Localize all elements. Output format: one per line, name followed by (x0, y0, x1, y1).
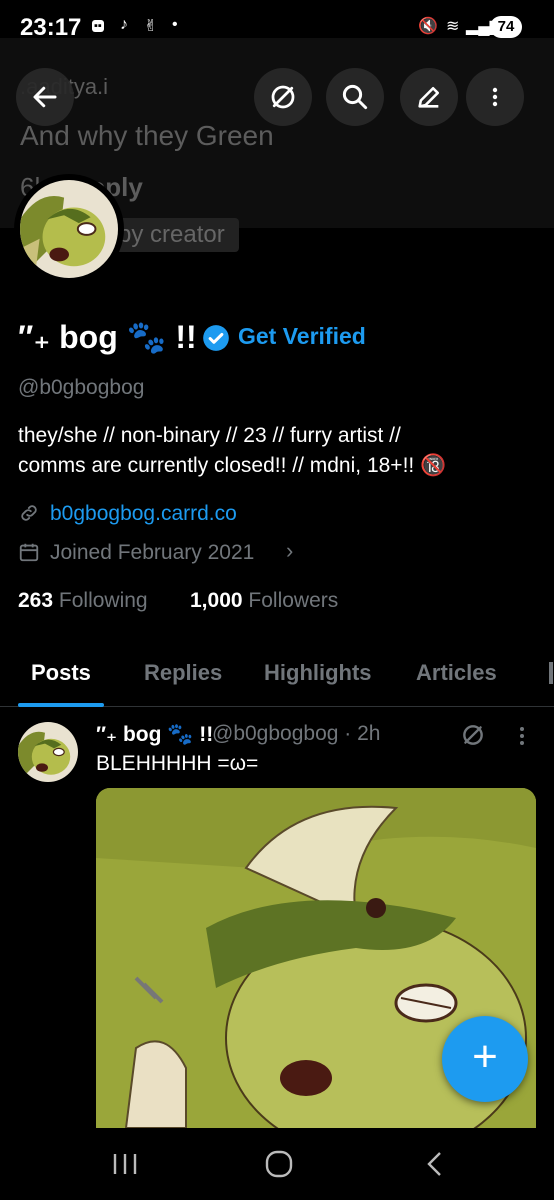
active-tab-indicator (18, 703, 104, 707)
verified-badge-icon[interactable] (202, 324, 230, 352)
edit-button[interactable] (400, 68, 458, 126)
system-nav-bar (0, 1128, 554, 1200)
followers-label: Followers (248, 589, 339, 612)
following-stat[interactable]: 263 Following (18, 589, 148, 613)
bio-line-2: comms are currently closed!! // mdni, 18… (18, 454, 447, 477)
get-verified-link[interactable]: Get Verified (238, 323, 366, 350)
profile-website-link[interactable]: b0gbogbog.carrd.co (50, 502, 237, 526)
profile-avatar[interactable] (20, 180, 118, 278)
wifi-icon: ≋ (446, 18, 460, 35)
post-author-name[interactable]: ″₊ bog 🐾 !! (96, 722, 213, 747)
avatar-artwork (20, 180, 118, 278)
back-arrow-icon (33, 86, 57, 108)
post-avatar[interactable] (18, 722, 78, 782)
edit-icon (418, 86, 440, 108)
dot-icon: • (172, 16, 178, 33)
mute-icon: 🔇 (418, 18, 438, 35)
recent-apps-icon[interactable] (110, 1150, 140, 1178)
post-grok-icon[interactable] (460, 722, 486, 748)
link-icon (21, 505, 37, 521)
post-avatar-artwork (18, 722, 78, 782)
search-icon (342, 84, 368, 110)
grok-button[interactable] (254, 68, 312, 126)
calendar-icon (19, 543, 39, 562)
followers-stat[interactable]: 1,000 Followers (190, 589, 338, 613)
joined-date[interactable]: Joined February 2021 (50, 541, 254, 565)
bio-line-1: they/she // non-binary // 23 // furry ar… (18, 424, 401, 447)
display-name: ″₊ bog 🐾 !! (18, 319, 197, 355)
grok-icon (271, 85, 295, 109)
more-vertical-icon (492, 87, 498, 107)
tiktok-icon: ♪ (120, 16, 128, 33)
back-nav-icon[interactable] (420, 1150, 450, 1178)
home-icon[interactable] (264, 1150, 294, 1178)
tab-replies[interactable]: Replies (144, 660, 222, 686)
post-text: BLEHHHHH =ω= (96, 752, 259, 775)
background-reply-message: And why they Green (20, 120, 274, 151)
post-more-icon[interactable] (512, 724, 532, 748)
tab-articles[interactable]: Articles (416, 660, 497, 686)
followers-count: 1,000 (190, 589, 243, 612)
chevron-right-icon[interactable]: › (286, 538, 293, 564)
search-button[interactable] (326, 68, 384, 126)
following-label: Following (58, 589, 148, 612)
tab-highlights[interactable]: Highlights (264, 660, 372, 686)
more-button[interactable] (466, 68, 524, 126)
profile-handle: @b0gbogbog (18, 376, 145, 399)
profile-tabs: Posts Replies Highlights Articles (0, 640, 554, 707)
battery-indicator: 74 (490, 16, 522, 38)
hand-icon: ✌ (144, 18, 158, 35)
back-button[interactable] (16, 68, 74, 126)
following-count: 263 (18, 589, 54, 612)
tab-posts[interactable]: Posts (31, 660, 91, 686)
tab-overflow-hint (549, 662, 553, 684)
app-notification-icon: ▪▪ (92, 20, 104, 32)
compose-fab-button[interactable]: + (442, 1016, 528, 1102)
post-meta[interactable]: @b0gbogbog · 2h (212, 722, 380, 746)
